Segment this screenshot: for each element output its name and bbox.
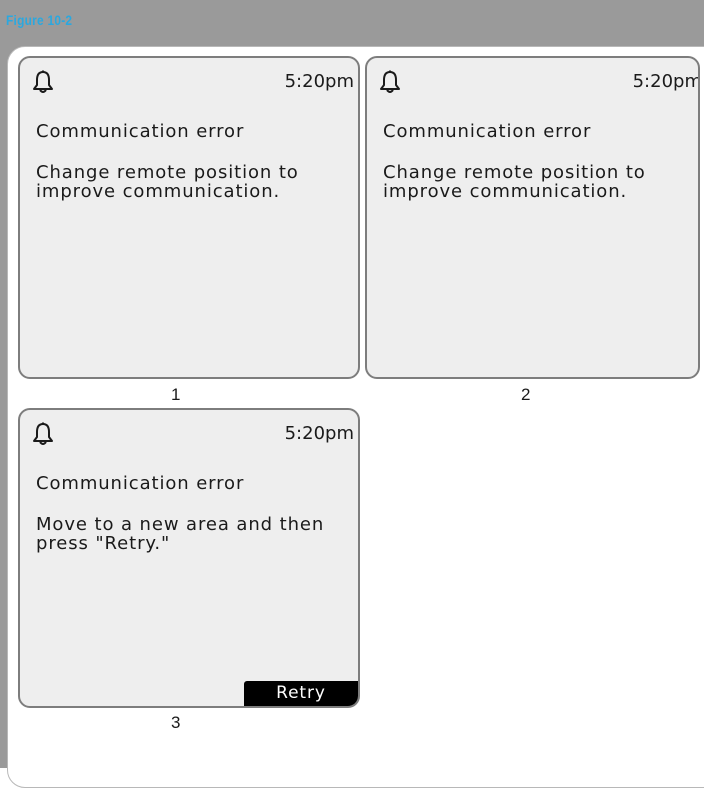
device-screen-2: 5:20pm Communication error Change remote… bbox=[365, 56, 700, 379]
device-screen-3: 5:20pm Communication error Move to a new… bbox=[18, 408, 360, 708]
device-screen-1: 5:20pm Communication error Change remote… bbox=[18, 56, 360, 379]
clock-time: 5:20pm bbox=[284, 423, 354, 444]
screen-caption-3: 3 bbox=[171, 713, 181, 732]
clock-time: 5:20pm bbox=[632, 71, 700, 92]
alert-title: Communication error bbox=[383, 121, 592, 142]
figure-frame: Figure 10-2 5:20pm Communication error C… bbox=[0, 0, 704, 788]
bell-icon bbox=[380, 70, 400, 93]
alert-message: Change remote position to improve commun… bbox=[383, 162, 646, 202]
retry-button[interactable]: Retry bbox=[244, 681, 358, 706]
screen-caption-1: 1 bbox=[171, 385, 181, 404]
figure-panel: 5:20pm Communication error Change remote… bbox=[7, 46, 704, 788]
bell-icon bbox=[33, 70, 53, 93]
alert-title: Communication error bbox=[36, 121, 245, 142]
alert-message: Move to a new area and then press "Retry… bbox=[36, 514, 325, 554]
figure-label: Figure 10-2 bbox=[6, 12, 73, 28]
clock-time: 5:20pm bbox=[284, 71, 354, 92]
alert-message: Change remote position to improve commun… bbox=[36, 162, 299, 202]
alert-title: Communication error bbox=[36, 473, 245, 494]
screen-caption-2: 2 bbox=[521, 385, 531, 404]
bell-icon bbox=[33, 422, 53, 445]
